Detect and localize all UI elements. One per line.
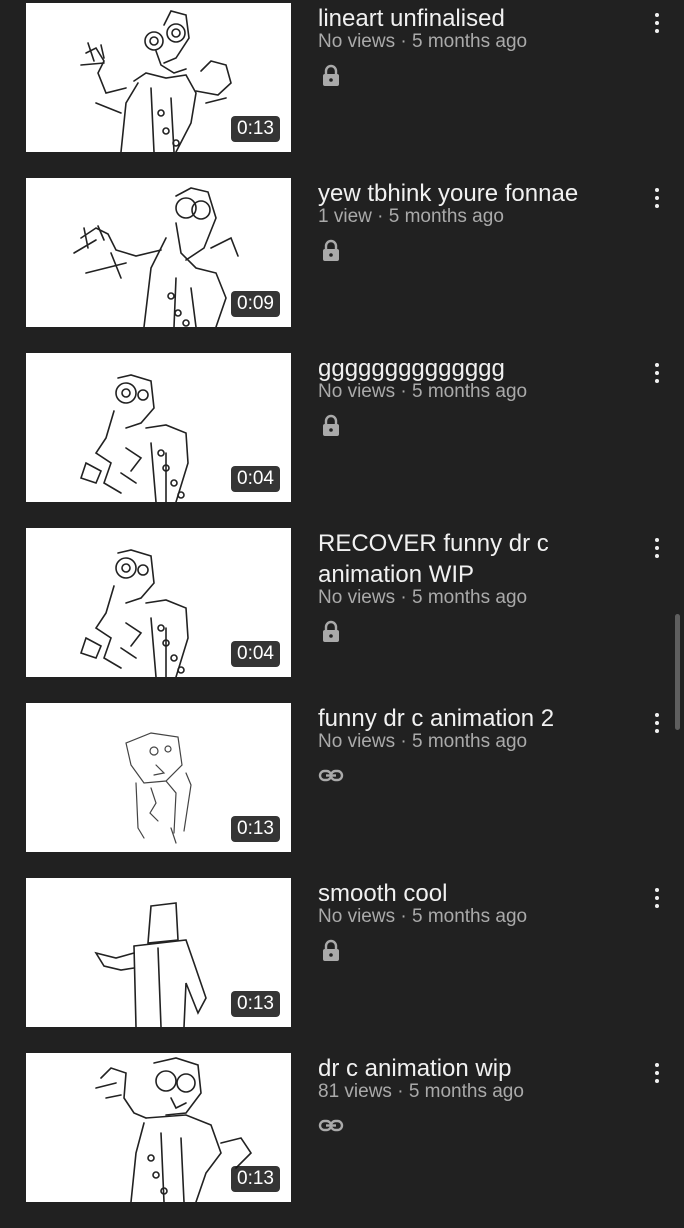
privacy-indicator [318,63,344,89]
duration-badge: 0:13 [231,816,280,842]
video-meta: smooth cool No views · 5 months ago [318,878,624,964]
lock-icon [323,939,339,961]
video-title[interactable]: RECOVER funny dr c animation WIP [318,528,624,590]
duration-badge: 0:13 [231,1166,280,1192]
upload-age: 5 months ago [411,906,528,927]
video-row[interactable]: 0:09 yew tbhink youre fonnae 1 view · 5 … [0,178,684,353]
privacy-indicator [318,619,344,645]
more-options-icon[interactable] [644,357,670,389]
view-count: No views [318,906,396,927]
more-options-icon[interactable] [644,882,670,914]
video-thumbnail[interactable]: 0:13 [26,1053,291,1202]
video-thumbnail[interactable]: 0:09 [26,178,291,327]
duration-badge: 0:13 [231,991,280,1017]
separator: · [391,1081,409,1102]
upload-age: 5 months ago [411,587,528,608]
video-row[interactable]: 0:04 gggggggggggggg No views · 5 months … [0,353,684,528]
view-count: 1 view [318,206,372,227]
privacy-indicator [318,413,344,439]
lock-icon [323,239,339,261]
video-meta: funny dr c animation 2 No views · 5 mont… [318,703,624,789]
video-row[interactable]: 0:13 smooth cool No views · 5 months ago [0,878,684,1053]
link-icon [318,769,344,782]
upload-age: 5 months ago [408,1081,524,1102]
more-options-icon[interactable] [644,182,670,214]
video-thumbnail[interactable]: 0:04 [26,528,291,677]
video-thumbnail[interactable]: 0:04 [26,353,291,502]
view-count: 81 views [318,1081,392,1102]
upload-age: 5 months ago [411,31,528,52]
upload-age: 5 months ago [388,206,504,227]
video-row[interactable]: 0:13 dr c animation wip 81 views · 5 mon… [0,1053,684,1228]
more-options-icon[interactable] [644,707,670,739]
view-count: No views [318,381,396,402]
video-meta: gggggggggggggg No views · 5 months ago [318,353,624,439]
separator: · [395,587,412,608]
view-count: No views [318,731,396,752]
separator: · [395,31,412,52]
separator: · [395,381,412,402]
video-meta: RECOVER funny dr c animation WIP No view… [318,528,624,645]
separator: · [395,906,412,927]
more-options-icon[interactable] [644,7,670,39]
video-stats: No views · 5 months ago [318,30,624,54]
video-thumbnail[interactable]: 0:13 [26,3,291,152]
video-meta: yew tbhink youre fonnae 1 view · 5 month… [318,178,624,264]
video-meta: dr c animation wip 81 views · 5 months a… [318,1053,624,1139]
video-row[interactable]: 0:13 funny dr c animation 2 No views · 5… [0,703,684,878]
lock-icon [323,64,339,86]
video-meta: lineart unfinalised No views · 5 months … [318,3,624,89]
duration-badge: 0:09 [231,291,280,317]
upload-age: 5 months ago [411,731,528,752]
video-stats: No views · 5 months ago [318,586,624,610]
privacy-indicator [318,938,344,964]
video-thumbnail[interactable]: 0:13 [26,703,291,852]
duration-badge: 0:04 [231,466,280,492]
more-options-icon[interactable] [644,1057,670,1089]
more-options-icon[interactable] [644,532,670,564]
link-icon [318,1119,344,1132]
privacy-indicator [318,238,344,264]
video-row[interactable]: 0:04 RECOVER funny dr c animation WIP No… [0,528,684,703]
lock-icon [323,414,339,436]
view-count: No views [318,587,396,608]
view-count: No views [318,31,396,52]
privacy-indicator [318,763,344,789]
video-thumbnail[interactable]: 0:13 [26,878,291,1027]
lock-icon [323,620,339,642]
video-stats: No views · 5 months ago [318,380,624,404]
separator: · [371,206,389,227]
scrollbar-thumb[interactable] [675,614,680,730]
video-stats: No views · 5 months ago [318,905,624,929]
video-stats: No views · 5 months ago [318,730,624,754]
video-stats: 81 views · 5 months ago [318,1080,624,1104]
privacy-indicator [318,1113,344,1139]
video-row[interactable]: 0:13 lineart unfinalised No views · 5 mo… [0,3,684,178]
duration-badge: 0:13 [231,116,280,142]
separator: · [395,731,412,752]
upload-age: 5 months ago [411,381,528,402]
duration-badge: 0:04 [231,641,280,667]
